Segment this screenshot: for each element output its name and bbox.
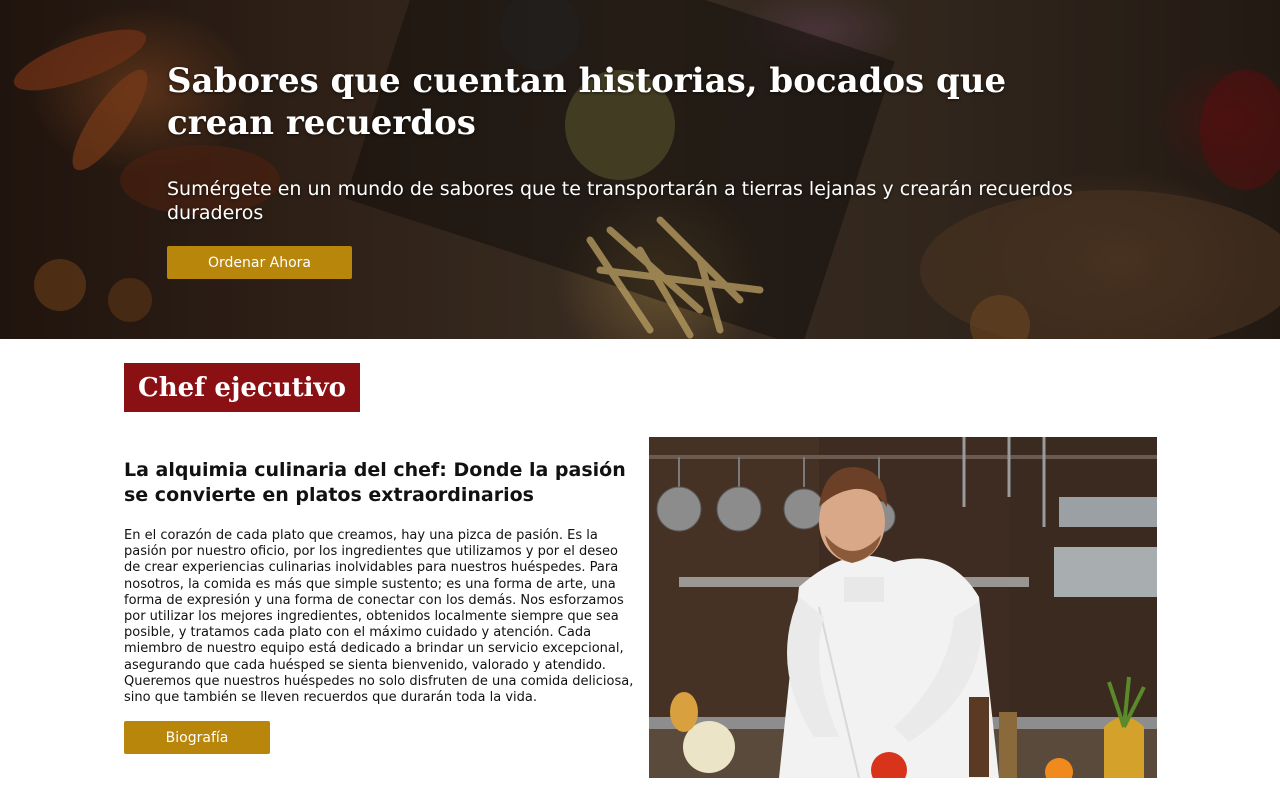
chef-section-heading: La alquimia culinaria del chef: Donde la…	[124, 459, 626, 506]
order-now-button[interactable]: Ordenar Ahora	[167, 246, 352, 279]
chef-illustration	[649, 437, 1157, 778]
biography-button[interactable]: Biografía	[124, 721, 270, 754]
hero-banner: Sabores que cuentan historias, bocados q…	[0, 0, 1280, 339]
hero-subtitle: Sumérgete en un mundo de sabores que te …	[167, 178, 1073, 224]
chef-section-body: En el corazón de cada plato que creamos,…	[124, 528, 634, 706]
hero-overlay	[0, 0, 1280, 339]
section-title-badge: Chef ejecutivo	[124, 363, 360, 412]
chef-photo	[649, 437, 1157, 778]
hero-title: Sabores que cuentan historias, bocados q…	[167, 61, 1007, 143]
